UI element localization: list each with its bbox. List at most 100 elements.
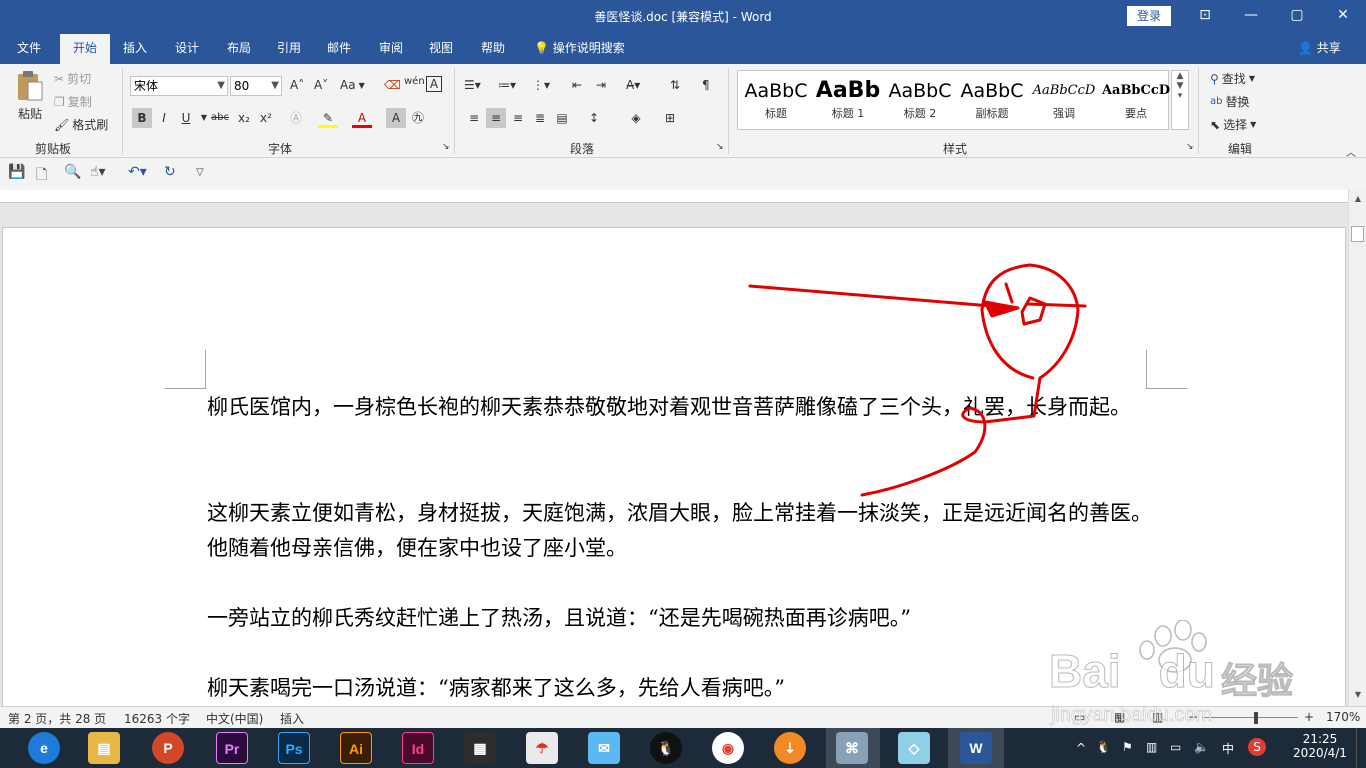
tab-design[interactable]: 设计 (166, 34, 208, 64)
scroll-thumb[interactable] (1351, 226, 1364, 242)
clear-formatting-button[interactable]: ⌫ (384, 78, 401, 92)
change-case-button[interactable]: Aa ▼ (340, 78, 365, 92)
bold-button[interactable]: B (132, 108, 152, 128)
tab-review[interactable]: 审阅 (370, 34, 412, 64)
chrome-icon[interactable]: ◉ (712, 732, 744, 764)
powerpoint-icon[interactable]: P (152, 732, 184, 764)
qq-tray-icon[interactable]: 🐧 (1096, 740, 1111, 754)
highlight-icon[interactable]: ✎ (318, 108, 338, 128)
tab-insert[interactable]: 插入 (114, 34, 156, 64)
show-formatting-icon[interactable]: ¶ (702, 78, 710, 92)
close-button[interactable]: ✕ (1320, 0, 1366, 30)
font-color-icon[interactable]: A (352, 108, 372, 128)
vertical-scrollbar[interactable]: ▲ ▼ (1348, 190, 1366, 706)
umbrella-app-icon[interactable]: ☂ (526, 732, 558, 764)
decrease-indent-icon[interactable]: ⇤ (572, 78, 582, 92)
tab-file[interactable]: 文件 (6, 34, 52, 64)
style-strong[interactable]: AaBbCcD 要点 (1100, 77, 1172, 127)
select-button[interactable]: ⬉ 选择 ▼ (1210, 116, 1256, 133)
chevron-up-icon[interactable]: ▲ (1172, 71, 1188, 81)
web-layout-icon[interactable]: ▥ (1152, 710, 1163, 724)
tab-view[interactable]: 视图 (420, 34, 462, 64)
more-styles-icon[interactable]: ▾ (1172, 91, 1188, 101)
strikethrough-button[interactable]: abc (210, 108, 230, 128)
page-count[interactable]: 第 2 页，共 28 页 (8, 710, 106, 727)
illustrator-icon[interactable]: Ai (340, 732, 372, 764)
read-mode-icon[interactable]: ▭ (1074, 710, 1085, 724)
print-layout-icon[interactable]: ▦ (1114, 710, 1125, 724)
copy-button[interactable]: ❐ 复制 (54, 93, 92, 110)
shrink-font-button[interactable]: A˅ (314, 78, 328, 92)
increase-indent-icon[interactable]: ⇥ (596, 78, 606, 92)
volume-icon[interactable]: 🔈 (1194, 740, 1209, 754)
style-title[interactable]: AaBbC 标题 (740, 77, 812, 127)
superscript-button[interactable]: x² (256, 108, 276, 128)
show-desktop-button[interactable] (1356, 728, 1366, 768)
zoom-out-button[interactable]: − (1188, 710, 1198, 724)
find-button[interactable]: ⚲ 查找 ▼ (1210, 70, 1255, 87)
word-count[interactable]: 16263 个字 (124, 710, 190, 727)
replace-button[interactable]: ab 替换 (1210, 93, 1250, 110)
character-shading-icon[interactable]: A (386, 108, 406, 128)
justify-icon[interactable]: ≣ (530, 108, 550, 128)
tab-home[interactable]: 开始 (60, 34, 110, 64)
undo-icon[interactable]: ↶▾ (128, 164, 147, 180)
downloader-icon[interactable]: ⇣ (774, 732, 806, 764)
scroll-up-icon[interactable]: ▲ (1349, 194, 1366, 203)
notes-app-icon[interactable]: ◇ (898, 732, 930, 764)
language[interactable]: 中文(中国) (206, 710, 263, 727)
style-emphasis[interactable]: AaBbCcD 强调 (1028, 77, 1100, 127)
battery-icon[interactable]: ▭ (1170, 740, 1181, 754)
premiere-icon[interactable]: Pr (216, 732, 248, 764)
touch-mode-icon[interactable]: ☝▾ (90, 164, 106, 180)
tab-references[interactable]: 引用 (268, 34, 310, 64)
show-hidden-icons[interactable]: ^ (1076, 741, 1086, 755)
new-document-icon[interactable]: 🗋 (36, 164, 47, 188)
print-preview-icon[interactable]: 🔍 (64, 164, 81, 180)
line-spacing-icon[interactable]: ↕ (584, 108, 604, 128)
video-editor-icon[interactable]: ▦ (464, 732, 496, 764)
style-heading-1[interactable]: AaBb 标题 1 (812, 77, 884, 127)
clock[interactable]: 21:25 2020/4/1 (1290, 732, 1350, 760)
style-heading-2[interactable]: AaBbC 标题 2 (884, 77, 956, 127)
restore-button[interactable]: ▢ (1274, 0, 1320, 30)
styles-dialog-launcher-icon[interactable]: ↘ (1186, 142, 1194, 152)
save-icon[interactable]: 💾 (8, 164, 25, 180)
font-dialog-launcher-icon[interactable]: ↘ (442, 142, 450, 152)
enclose-characters-icon[interactable]: ㊈ (408, 108, 428, 128)
font-size-select[interactable]: 80 ▼ (230, 76, 282, 96)
sort-icon[interactable]: ⇅ (670, 78, 680, 92)
distributed-icon[interactable]: ▤ (552, 108, 572, 128)
zoom-in-button[interactable]: + (1304, 710, 1314, 724)
style-subtitle[interactable]: AaBbC 副标题 (956, 77, 1028, 127)
character-border-button[interactable]: A (426, 76, 442, 92)
login-button[interactable]: 登录 (1127, 6, 1171, 26)
align-center-icon[interactable]: ≡ (486, 108, 506, 128)
zoom-level[interactable]: 170% (1326, 710, 1360, 724)
tab-help[interactable]: 帮助 (472, 34, 514, 64)
insert-mode[interactable]: 插入 (280, 710, 304, 727)
phonetic-guide-button[interactable]: wén (404, 76, 425, 87)
zoom-slider-track[interactable] (1202, 717, 1298, 718)
chat-app-icon[interactable]: ✉ (588, 732, 620, 764)
tab-mailings[interactable]: 邮件 (318, 34, 360, 64)
scroll-down-icon[interactable]: ▼ (1349, 690, 1366, 699)
collapse-ribbon-icon[interactable]: ︿ (1346, 144, 1356, 159)
qq-icon[interactable]: 🐧 (650, 732, 682, 764)
share-button[interactable]: 👤 共享 (1298, 34, 1341, 64)
file-explorer-icon[interactable]: ▤ (88, 732, 120, 764)
borders-icon[interactable]: ⊞ (660, 108, 680, 128)
tell-me-search[interactable]: 💡 操作说明搜索 (534, 34, 625, 64)
word-icon[interactable]: W (960, 732, 992, 764)
tab-layout[interactable]: 布局 (218, 34, 260, 64)
sogou-ime-icon[interactable]: S (1248, 738, 1266, 756)
customize-qat-icon[interactable]: ▽ (196, 167, 204, 178)
chinese-layout-icon[interactable]: A̶▾ (626, 78, 640, 92)
subscript-button[interactable]: x₂ (234, 108, 254, 128)
styles-scroll-buttons[interactable]: ▲ ▼ ▾ (1171, 70, 1189, 130)
format-painter-button[interactable]: 🖌 格式刷 (54, 116, 108, 133)
browser-icon[interactable]: e (28, 732, 60, 764)
bullets-icon[interactable]: ☰▾ (464, 78, 481, 92)
ribbon-display-options-icon[interactable]: ⊡ (1182, 0, 1228, 30)
camera-app-icon[interactable]: ⌘ (836, 732, 868, 764)
